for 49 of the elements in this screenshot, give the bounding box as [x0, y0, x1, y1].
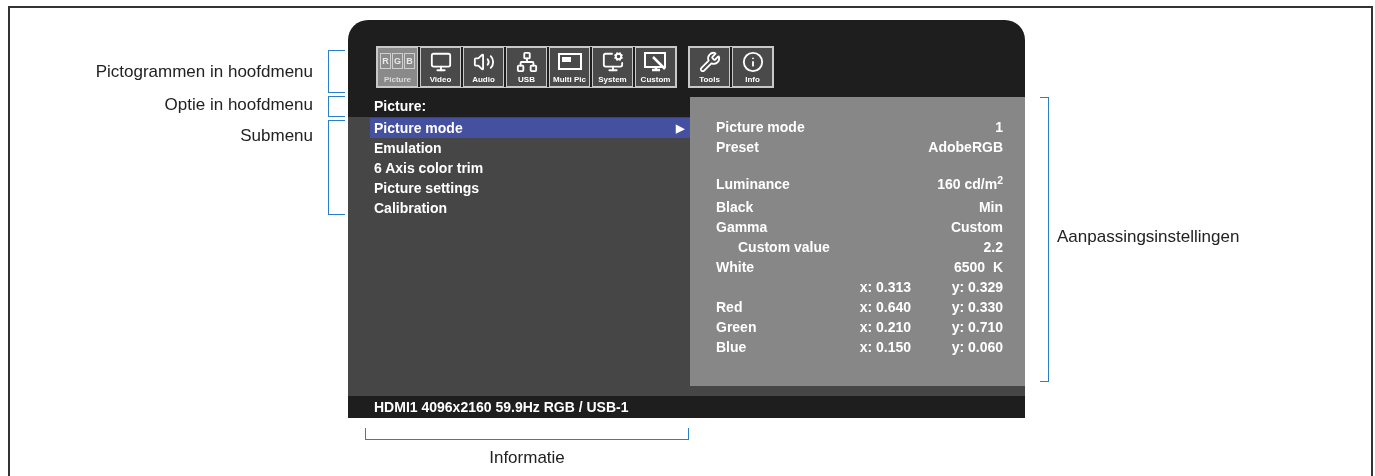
callout-bracket — [328, 96, 345, 117]
setting-value: x: 0.640 — [858, 297, 911, 317]
setting-value: 160 cd/m$^{2}$ — [936, 174, 1003, 194]
setting-value: x: 0.313 — [858, 277, 911, 297]
menu-icon-tab[interactable]: System — [592, 47, 633, 87]
setting-value: y: 0.060 — [950, 337, 1003, 357]
callout-label: Optie in hoofdmenu — [163, 94, 313, 116]
submenu-item[interactable]: Picture mode ▶ — [370, 118, 690, 138]
setting-label: Luminance — [716, 175, 791, 194]
submenu-item[interactable]: Calibration — [370, 198, 690, 218]
setting-value: y: 0.710 — [950, 317, 1003, 337]
menu-title: Picture: — [374, 97, 427, 115]
setting-value: Min — [977, 197, 1003, 217]
menu-icon-tab[interactable]: USB — [506, 47, 547, 87]
setting-value: 1 — [994, 117, 1003, 137]
menu-icon-tab[interactable]: Info — [732, 47, 773, 87]
setting-value: y: 0.330 — [950, 297, 1003, 317]
monitor-wrench-icon — [642, 51, 669, 73]
setting-label: Blue — [716, 337, 748, 357]
menu-icon-tab[interactable]: Tools — [689, 47, 730, 87]
setting-label: White — [716, 257, 756, 277]
menu-icon-tab[interactable]: Custom — [635, 47, 676, 87]
setting-label: Red — [716, 297, 744, 317]
setting-label: Black — [716, 197, 755, 217]
setting-label: Picture mode — [716, 117, 806, 137]
callout-label: Aanpassingsinstellingen — [1057, 226, 1240, 248]
submenu-item[interactable]: 6 Axis color trim — [370, 158, 690, 178]
setting-value: AdobeRGB — [927, 137, 1003, 157]
menu-icon-tab[interactable]: Multi Pic — [549, 47, 590, 87]
setting-value: x: 0.150 — [858, 337, 911, 357]
callout-label: Submenu — [239, 125, 313, 147]
screen-window-icon — [556, 51, 583, 73]
submenu-item[interactable]: Picture settings — [370, 178, 690, 198]
menu-icon-tab[interactable]: Video — [420, 47, 461, 87]
setting-value: Custom — [949, 217, 1003, 237]
setting-value: y: 0.329 — [950, 277, 1003, 297]
setting-label: Gamma — [716, 217, 769, 237]
setting-value: 6500 K — [952, 257, 1003, 277]
info-bar-text: HDMI1 4096x2160 59.9Hz RGB / USB-1 — [374, 397, 629, 417]
setting-value: x: 0.210 — [858, 317, 911, 337]
callout-label: Informatie — [488, 447, 566, 469]
setting-label: Preset — [716, 137, 760, 157]
callout-label: Pictogrammen in hoofdmenu — [94, 61, 313, 83]
callout-bracket — [328, 50, 345, 93]
setting-value: 2.2 — [982, 237, 1003, 257]
submenu-item[interactable]: Emulation — [370, 138, 690, 158]
menu-icon-tab[interactable]: Audio — [463, 47, 504, 87]
setting-label: Custom value — [737, 237, 831, 257]
setting-label: Green — [716, 317, 758, 337]
